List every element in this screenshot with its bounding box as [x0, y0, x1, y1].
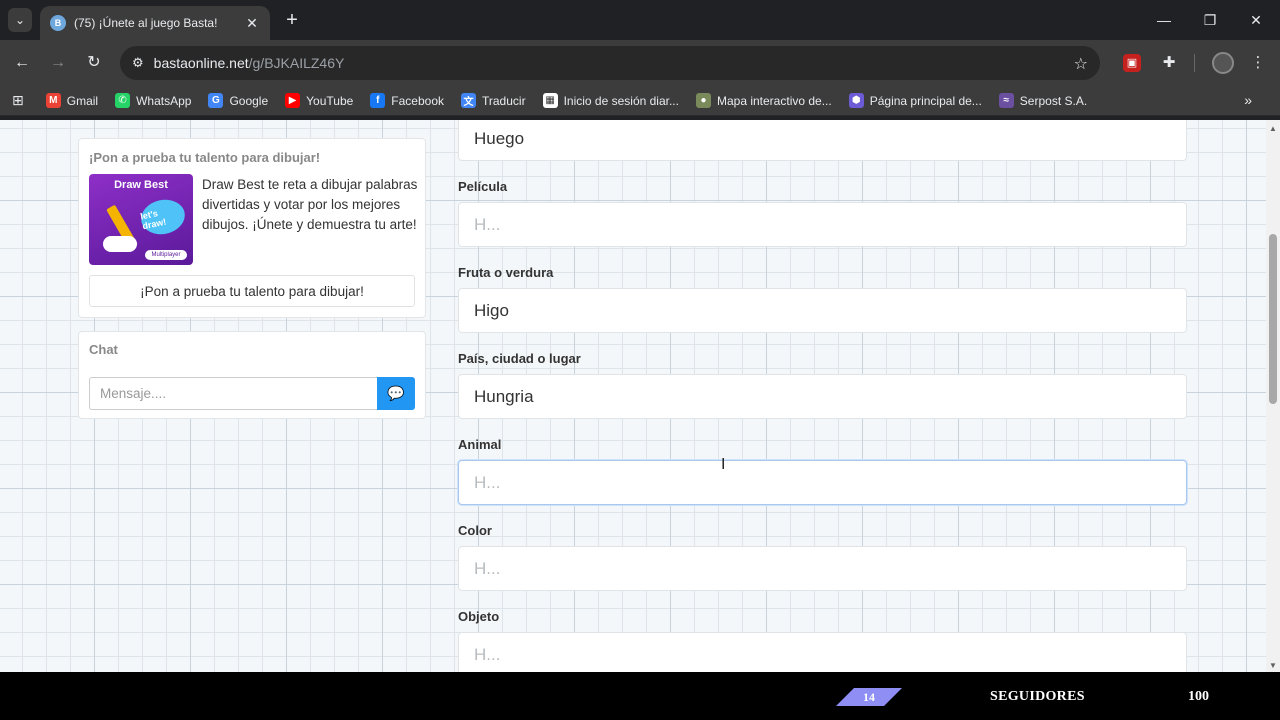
tab-title: (75) ¡Únete al juego Basta!	[74, 16, 218, 30]
url-domain: bastaonline.net	[153, 55, 249, 71]
chat-message-input[interactable]	[89, 377, 377, 410]
stream-overlay-bar: 14 SEGUIDORES 100	[0, 672, 1280, 720]
field-input-objeto[interactable]	[458, 632, 1187, 672]
bookmark-item[interactable]: f Facebook	[370, 93, 444, 108]
calendar-icon: ▦	[542, 93, 558, 108]
bookmark-label: Mapa interactivo de...	[716, 93, 832, 108]
bookmark-label: Traducir	[482, 93, 526, 108]
bookmark-label: Inicio de sesión diar...	[563, 93, 679, 108]
field-label-pelicula: Película	[458, 179, 508, 194]
minimize-icon[interactable]: —	[1154, 8, 1174, 32]
bookmark-item[interactable]: ⬢ Página principal de...	[848, 93, 982, 108]
bookmark-label: WhatsApp	[136, 93, 192, 108]
address-bar[interactable]: ⚙ bastaonline.net/g/BJKAILZ46Y ☆	[120, 46, 1100, 80]
bookmark-item[interactable]: ▦ Inicio de sesión diar...	[542, 93, 679, 108]
bookmark-label: Serpost S.A.	[1019, 93, 1088, 108]
promo-image-title: Draw Best	[114, 179, 168, 191]
promo-button[interactable]: ¡Pon a prueba tu talento para dibujar!	[89, 275, 415, 307]
url-path: /g/BJKAILZ46Y	[248, 55, 345, 71]
field-input-prev[interactable]	[458, 120, 1187, 161]
google-icon: G	[208, 93, 224, 108]
chat-card: Chat 💬	[78, 331, 426, 419]
profile-avatar[interactable]	[1212, 52, 1234, 74]
page-scrollbar[interactable]: ▲ ▼	[1266, 120, 1280, 672]
map-icon: ●	[695, 93, 711, 108]
close-window-icon[interactable]: ✕	[1246, 8, 1266, 32]
bookmarks-bar: ⊞ M Gmail ✆ WhatsApp G Google ▶ YouTube f Faceboo…	[0, 86, 1280, 116]
field-label-fruta: Fruta o verdura	[458, 265, 554, 280]
bookmarks-overflow-icon[interactable]: »	[1244, 92, 1252, 108]
bookmark-item[interactable]: G Google	[208, 93, 268, 108]
text-cursor-icon: I	[721, 456, 726, 473]
scroll-up-icon[interactable]: ▲	[1269, 124, 1277, 133]
bookmark-label: Página principal de...	[869, 93, 982, 108]
chat-bubble-icon: 💬	[387, 385, 405, 401]
promo-title: ¡Pon a prueba tu talento para dibujar!	[89, 150, 321, 165]
field-input-fruta[interactable]	[458, 288, 1187, 333]
bookmark-label: Facebook	[391, 93, 444, 108]
active-tab[interactable]: B (75) ¡Únete al juego Basta! ✕	[40, 6, 270, 40]
bookmark-item[interactable]: ● Mapa interactivo de...	[695, 93, 832, 108]
back-icon[interactable]: ←	[11, 52, 33, 74]
followers-target: 100	[1188, 689, 1209, 704]
bookmark-label: Google	[229, 93, 269, 108]
tab-close-icon[interactable]: ✕	[244, 15, 260, 32]
chat-title: Chat	[89, 342, 118, 357]
browser-toolbar: ← → ↻ ⚙ bastaonline.net/g/BJKAILZ46Y ☆ ▣…	[0, 40, 1280, 86]
field-label-pais: País, ciudad o lugar	[458, 351, 581, 366]
hexagon-icon: ⬢	[848, 93, 864, 108]
promo-description: Draw Best te reta a dibujar palabras div…	[202, 177, 418, 232]
tab-search-button[interactable]: ⌄	[8, 8, 32, 32]
field-input-pais[interactable]	[458, 374, 1187, 419]
field-input-pelicula[interactable]	[458, 202, 1187, 247]
toolbar-divider	[1194, 54, 1195, 72]
field-input-color[interactable]	[458, 546, 1187, 591]
forward-icon[interactable]: →	[47, 52, 69, 74]
site-favicon-icon: B	[50, 15, 66, 31]
bookmark-star-icon[interactable]: ☆	[1074, 54, 1088, 74]
field-label-objeto: Objeto	[458, 609, 500, 624]
serpost-icon: ≈	[998, 93, 1014, 108]
site-settings-icon[interactable]: ⚙	[132, 55, 144, 71]
draw-best-image[interactable]: Draw Best let's draw! Multiplayer	[89, 174, 193, 265]
new-tab-button[interactable]: +	[282, 8, 302, 32]
apps-grid-icon[interactable]: ⊞	[12, 92, 24, 109]
bookmark-item[interactable]: ≈ Serpost S.A.	[998, 93, 1088, 108]
whatsapp-icon: ✆	[115, 93, 131, 108]
translate-icon: 文	[461, 93, 476, 108]
extensions-puzzle-icon[interactable]: ✚	[1158, 52, 1180, 74]
promo-card: ¡Pon a prueba tu talento para dibujar! D…	[78, 138, 426, 318]
field-input-animal[interactable]	[458, 460, 1187, 505]
bookmark-item[interactable]: ▶ YouTube	[285, 93, 353, 108]
youtube-icon: ▶	[285, 93, 301, 108]
bookmark-label: Gmail	[66, 93, 99, 108]
tab-strip: ⌄ B (75) ¡Únete al juego Basta! ✕ + — ❐ …	[0, 0, 1280, 40]
gmail-icon: M	[45, 93, 61, 108]
bookmark-item[interactable]: 文 Traducir	[461, 93, 526, 108]
bookmark-item[interactable]: ✆ WhatsApp	[115, 93, 191, 108]
followers-label: SEGUIDORES	[990, 689, 1085, 704]
chat-send-button[interactable]: 💬	[377, 377, 415, 410]
promo-logo: Multiplayer	[145, 250, 187, 260]
scrollbar-thumb[interactable]	[1269, 234, 1277, 404]
cloud-icon	[103, 236, 137, 252]
bookmark-label: YouTube	[306, 93, 354, 108]
facebook-icon: f	[370, 93, 386, 108]
page-content: ¡Pon a prueba tu talento para dibujar! D…	[0, 120, 1266, 672]
extension-red-icon[interactable]: ▣	[1123, 54, 1141, 72]
field-label-color: Color	[458, 523, 492, 538]
menu-kebab-icon[interactable]: ⋮	[1247, 52, 1269, 74]
speech-bubble-icon: let's draw!	[137, 195, 189, 239]
bookmark-item[interactable]: M Gmail	[45, 93, 99, 108]
scroll-down-icon[interactable]: ▼	[1269, 661, 1277, 670]
field-label-animal: Animal	[458, 437, 502, 452]
restore-icon[interactable]: ❐	[1200, 8, 1220, 32]
follower-goal-badge: 14	[836, 688, 902, 706]
reload-icon[interactable]: ↻	[83, 52, 105, 74]
